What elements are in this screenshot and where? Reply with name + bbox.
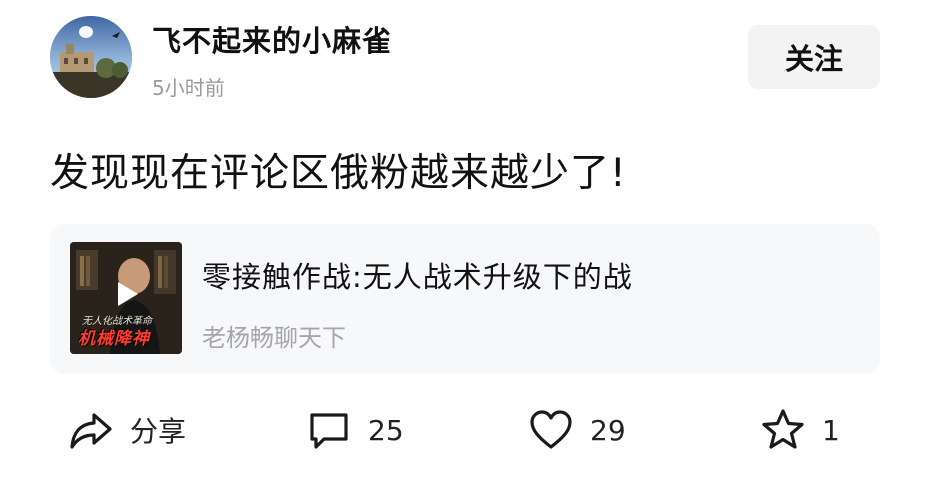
comment-button[interactable]: 25 (306, 406, 404, 454)
share-icon (68, 407, 114, 453)
like-count: 29 (590, 413, 626, 447)
action-bar: 分享 25 29 1 (0, 400, 930, 460)
follow-button[interactable]: 关注 (748, 25, 880, 89)
video-title[interactable]: 零接触作战:无人战术升级下的战 (202, 254, 842, 296)
linked-video-card[interactable]: 无人化战术革命 机械降神 零接触作战:无人战术升级下的战 老杨畅聊天下 (50, 224, 880, 374)
share-label: 分享 (130, 415, 187, 448)
post-text: 发现现在评论区俄粉越来越少了! (50, 151, 627, 196)
author-name[interactable]: 飞不起来的小麻雀 (152, 18, 392, 60)
favorite-count: 1 (822, 413, 840, 447)
post-timestamp: 5小时前 (152, 76, 225, 100)
play-icon[interactable] (108, 276, 144, 312)
comment-icon (306, 407, 352, 453)
avatar[interactable] (50, 16, 132, 98)
favorite-button[interactable]: 1 (760, 406, 840, 454)
comment-count: 25 (368, 413, 404, 447)
share-button[interactable]: 分享 (68, 406, 186, 454)
video-author: 老杨畅聊天下 (202, 324, 346, 352)
like-button[interactable]: 29 (528, 406, 626, 454)
video-thumbnail[interactable]: 无人化战术革命 机械降神 (70, 242, 182, 354)
thumbnail-caption: 机械降神 (78, 329, 150, 349)
star-icon (760, 407, 806, 453)
heart-icon (528, 407, 574, 453)
